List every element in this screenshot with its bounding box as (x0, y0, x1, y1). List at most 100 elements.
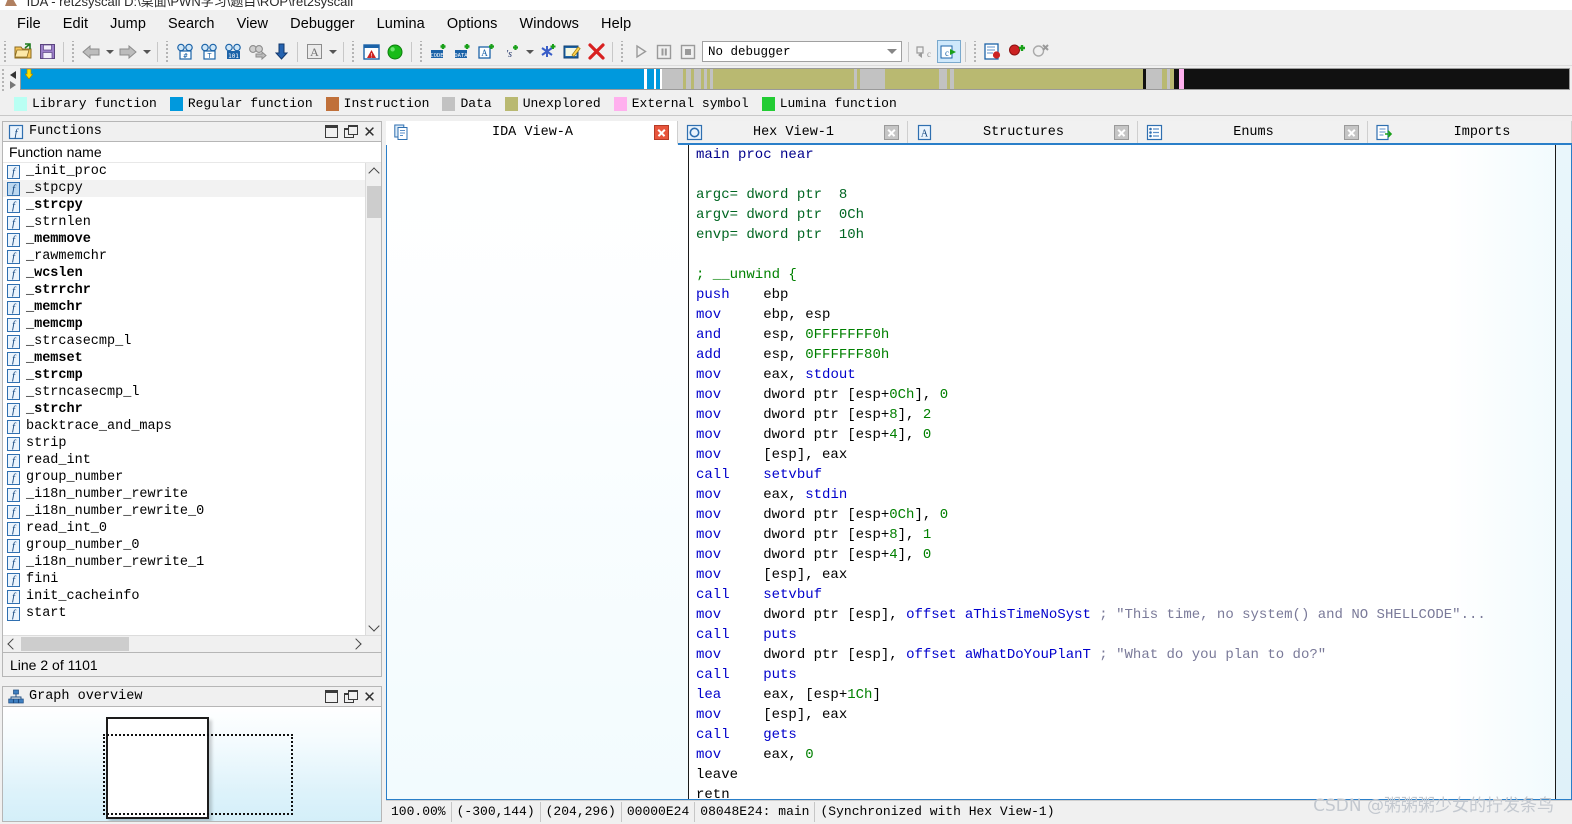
functions-vertical-scrollbar[interactable] (365, 163, 381, 635)
navband-scroll-right-icon[interactable] (10, 81, 16, 89)
toolbar-grip-5[interactable] (418, 40, 425, 63)
function-list-row[interactable]: f _memchr (3, 299, 381, 316)
disassembly-pane[interactable]: main proc near argc= dword ptr 8 argv= dw… (689, 145, 1571, 799)
graph-overview-canvas[interactable] (2, 707, 382, 822)
debug-run-icon[interactable] (628, 40, 652, 63)
disassembly-line[interactable]: mov dword ptr [esp+4], 0 (696, 425, 1571, 445)
font-dropdown-icon[interactable] (326, 40, 339, 63)
restore-icon[interactable] (341, 123, 360, 140)
make-ascii-icon[interactable]: A (475, 40, 499, 63)
functions-list[interactable]: f _init_proc f _stpcpy f _strcpy f _strnlen f _me… (3, 163, 381, 652)
function-list-row[interactable]: f strip (3, 435, 381, 452)
disassembly-line[interactable]: call setvbuf (696, 585, 1571, 605)
toolbar-grip-6[interactable] (619, 40, 626, 63)
navband-scroll-buttons[interactable] (8, 67, 20, 91)
disassembly-line[interactable]: call puts (696, 625, 1571, 645)
navigate-forward-dropdown-icon[interactable] (140, 40, 153, 63)
close-icon[interactable]: ✕ (360, 688, 379, 706)
disassembly-line[interactable]: argv= dword ptr 0Ch (696, 205, 1571, 225)
navband-grip[interactable] (0, 67, 8, 91)
function-list-row[interactable]: f _memcmp (3, 316, 381, 333)
disassembly-line[interactable]: mov dword ptr [esp], offset aThisTimeNoS… (696, 605, 1571, 625)
function-list-row[interactable]: f read_int_0 (3, 520, 381, 537)
menu-item-edit[interactable]: Edit (52, 13, 99, 35)
disassembly-line[interactable]: call gets (696, 725, 1571, 745)
make-code-icon[interactable]: CODE (427, 40, 451, 63)
disassembly-line[interactable]: ; __unwind { (696, 265, 1571, 285)
disassembly-line[interactable]: leave (696, 765, 1571, 785)
function-list-row[interactable]: f _strcmp (3, 367, 381, 384)
search-again-icon[interactable] (245, 40, 269, 63)
disassembly-line[interactable]: mov dword ptr [esp+4], 0 (696, 545, 1571, 565)
disassembly-text[interactable]: main proc near argc= dword ptr 8 argv= dw… (689, 145, 1571, 799)
tab-hex-view-1[interactable]: Hex View-1 (678, 121, 908, 143)
disassembly-vertical-scrollbar[interactable] (1555, 145, 1571, 799)
function-list-row[interactable]: f _wcslen (3, 265, 381, 282)
function-list-row[interactable]: f start (3, 605, 381, 622)
problems-icon[interactable]: ! (359, 40, 383, 63)
save-icon[interactable] (35, 40, 59, 63)
disassembly-line[interactable]: mov [esp], eax (696, 445, 1571, 465)
menu-item-help[interactable]: Help (590, 13, 642, 35)
function-list-row[interactable]: f _memset (3, 350, 381, 367)
make-struct-dropdown-icon[interactable] (523, 40, 536, 63)
scroll-down-icon[interactable] (366, 619, 381, 635)
function-list-row[interactable]: f fini (3, 571, 381, 588)
search-text-icon[interactable]: T (197, 40, 221, 63)
functions-column-header[interactable]: Function name (3, 142, 381, 163)
disassembly-line[interactable]: mov dword ptr [esp], offset aWhatDoYouPl… (696, 645, 1571, 665)
debug-stop-icon[interactable] (676, 40, 700, 63)
function-list-row[interactable]: f _strcpy (3, 197, 381, 214)
run-green-icon[interactable] (383, 40, 407, 63)
disassembly-line[interactable]: call puts (696, 665, 1571, 685)
search-sequence-icon[interactable]: 101 (221, 40, 245, 63)
disassembly-line[interactable]: argc= dword ptr 8 (696, 185, 1571, 205)
disassembly-line[interactable]: mov eax, 0 (696, 745, 1571, 765)
tab-imports[interactable]: Imports (1368, 121, 1572, 143)
tab-close-icon[interactable] (654, 124, 669, 140)
function-list-row[interactable]: f _init_proc (3, 163, 381, 180)
disassembly-line[interactable]: mov eax, stdin (696, 485, 1571, 505)
navigation-band[interactable] (20, 68, 1570, 90)
add-breakpoint-icon[interactable] (1005, 40, 1029, 63)
toolbar-grip[interactable] (2, 40, 9, 63)
graph-pane-blank[interactable] (387, 145, 689, 799)
function-list-row[interactable]: f _rawmemchr (3, 248, 381, 265)
menu-item-lumina[interactable]: Lumina (366, 13, 436, 35)
menu-item-debugger[interactable]: Debugger (279, 13, 366, 35)
disassembly-line[interactable]: mov [esp], eax (696, 565, 1571, 585)
function-list-row[interactable]: f _strchr (3, 401, 381, 418)
tab-structures[interactable]: A Structures (908, 121, 1138, 143)
scroll-up-icon[interactable] (366, 163, 381, 179)
close-icon[interactable]: ✕ (360, 123, 379, 141)
menu-item-view[interactable]: View (226, 13, 280, 35)
debug-pause-icon[interactable] (652, 40, 676, 63)
toolbar-grip-4[interactable] (350, 40, 357, 63)
disassembly-line[interactable]: main proc near (696, 145, 1571, 165)
disassembly-line[interactable]: mov [esp], eax (696, 705, 1571, 725)
breakpoint-list-icon[interactable] (981, 40, 1005, 63)
navigate-back-icon[interactable] (79, 40, 103, 63)
debugger-select[interactable]: No debugger (702, 41, 902, 62)
scroll-left-icon[interactable] (3, 636, 19, 652)
function-list-row[interactable]: f _i18n_number_rewrite_1 (3, 554, 381, 571)
tab-ida-view-a[interactable]: IDA View-A (386, 121, 678, 145)
tab-close-icon[interactable] (1114, 124, 1129, 140)
make-struct-icon[interactable]: 's (499, 40, 523, 63)
maximize-icon[interactable] (322, 123, 341, 140)
function-list-row[interactable]: f _strnlen (3, 214, 381, 231)
function-list-row[interactable]: f backtrace_and_maps (3, 418, 381, 435)
disassembly-line[interactable]: mov dword ptr [esp+8], 2 (696, 405, 1571, 425)
function-list-row[interactable]: f _stpcpy (3, 180, 381, 197)
restore-icon[interactable] (341, 688, 360, 705)
tab-close-icon[interactable] (884, 124, 899, 140)
function-list-row[interactable]: f _strncasecmp_l (3, 384, 381, 401)
disassembly-line[interactable]: mov dword ptr [esp+0Ch], 0 (696, 385, 1571, 405)
disassembly-line[interactable]: and esp, 0FFFFFFF0h (696, 325, 1571, 345)
disassembly-line[interactable]: mov eax, stdout (696, 365, 1571, 385)
delete-breakpoint-icon[interactable] (1029, 40, 1053, 63)
navigate-forward-icon[interactable] (116, 40, 140, 63)
disassembly-line[interactable]: add esp, 0FFFFFF80h (696, 345, 1571, 365)
font-icon[interactable]: A (302, 40, 326, 63)
function-list-row[interactable]: f _memmove (3, 231, 381, 248)
